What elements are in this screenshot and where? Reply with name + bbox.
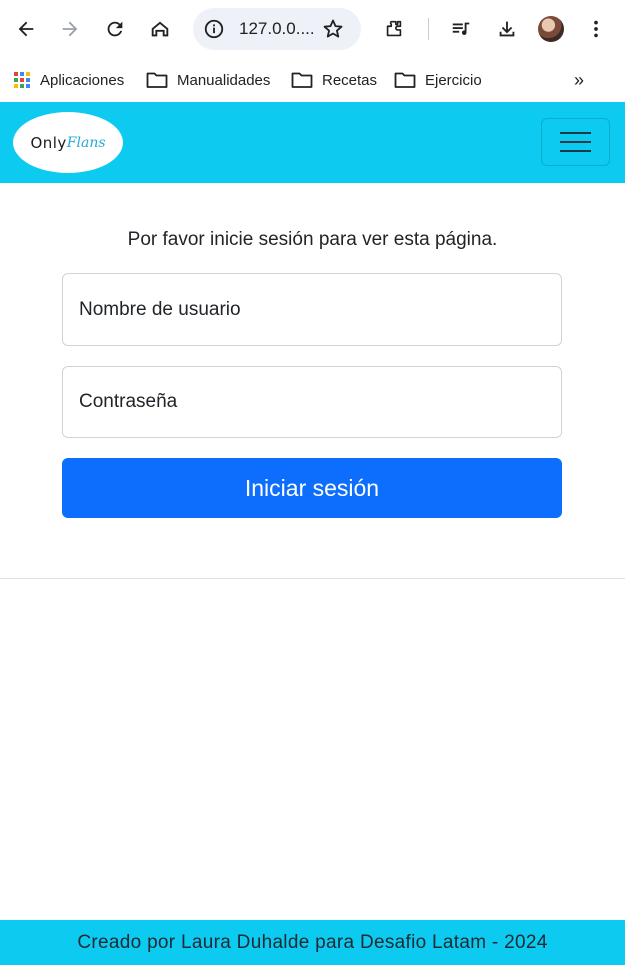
reload-icon[interactable] <box>99 13 131 45</box>
bookmark-aplicaciones[interactable]: Aplicaciones <box>14 66 124 94</box>
apps-icon <box>14 72 30 88</box>
hamburger-line <box>560 150 591 152</box>
download-icon[interactable] <box>491 13 523 45</box>
browser-toolbar: 127.0.0.... <box>0 0 625 58</box>
footer-text: Creado por Laura Duhalde para Desafio La… <box>77 931 548 953</box>
username-field[interactable]: Nombre de usuario <box>62 273 562 346</box>
hamburger-icon <box>560 132 591 134</box>
password-field[interactable]: Contraseña <box>62 366 562 438</box>
site-navbar: Only Flans <box>0 102 625 183</box>
bookmark-label: Aplicaciones <box>40 71 125 89</box>
more-bookmarks-button[interactable]: » <box>566 66 592 94</box>
bookmark-label: Manualidades <box>177 71 271 89</box>
site-info-icon[interactable] <box>203 18 225 40</box>
brand-logo[interactable]: Only Flans <box>13 112 123 173</box>
url-text[interactable]: 127.0.0.... <box>239 19 315 39</box>
forward-icon[interactable] <box>54 13 86 45</box>
toolbar-divider <box>428 18 429 40</box>
extensions-icon[interactable] <box>378 13 410 45</box>
avatar[interactable] <box>538 16 564 42</box>
home-icon[interactable] <box>144 13 176 45</box>
bookmark-star-icon[interactable] <box>321 17 345 41</box>
login-prompt: Por favor inicie sesión para ver esta pá… <box>127 229 498 250</box>
bookmark-ejercicio[interactable]: Ejercicio <box>394 66 482 94</box>
login-button[interactable]: Iniciar sesión <box>62 458 562 518</box>
logo-flans-text: Flans <box>66 134 106 151</box>
media-icon[interactable] <box>445 13 477 45</box>
folder-icon <box>291 72 313 88</box>
bookmark-label: Recetas <box>322 71 378 89</box>
page-footer: Creado por Laura Duhalde para Desafio La… <box>0 920 625 965</box>
hamburger-line <box>560 141 591 143</box>
folder-icon <box>394 72 416 88</box>
bookmark-label: Ejercicio <box>425 71 482 89</box>
login-section: Por favor inicie sesión para ver esta pá… <box>0 183 625 579</box>
bookmarks-bar: Aplicaciones Manualidades Recetas Ejerci… <box>0 58 625 102</box>
bookmark-recetas[interactable]: Recetas <box>291 66 377 94</box>
navbar-toggler-button[interactable] <box>541 118 610 166</box>
back-icon[interactable] <box>10 13 42 45</box>
menu-icon[interactable] <box>580 13 612 45</box>
address-bar[interactable]: 127.0.0.... <box>193 8 361 50</box>
folder-icon <box>146 72 168 88</box>
logo-only-text: Only <box>30 133 67 152</box>
bookmark-manualidades[interactable]: Manualidades <box>146 66 270 94</box>
